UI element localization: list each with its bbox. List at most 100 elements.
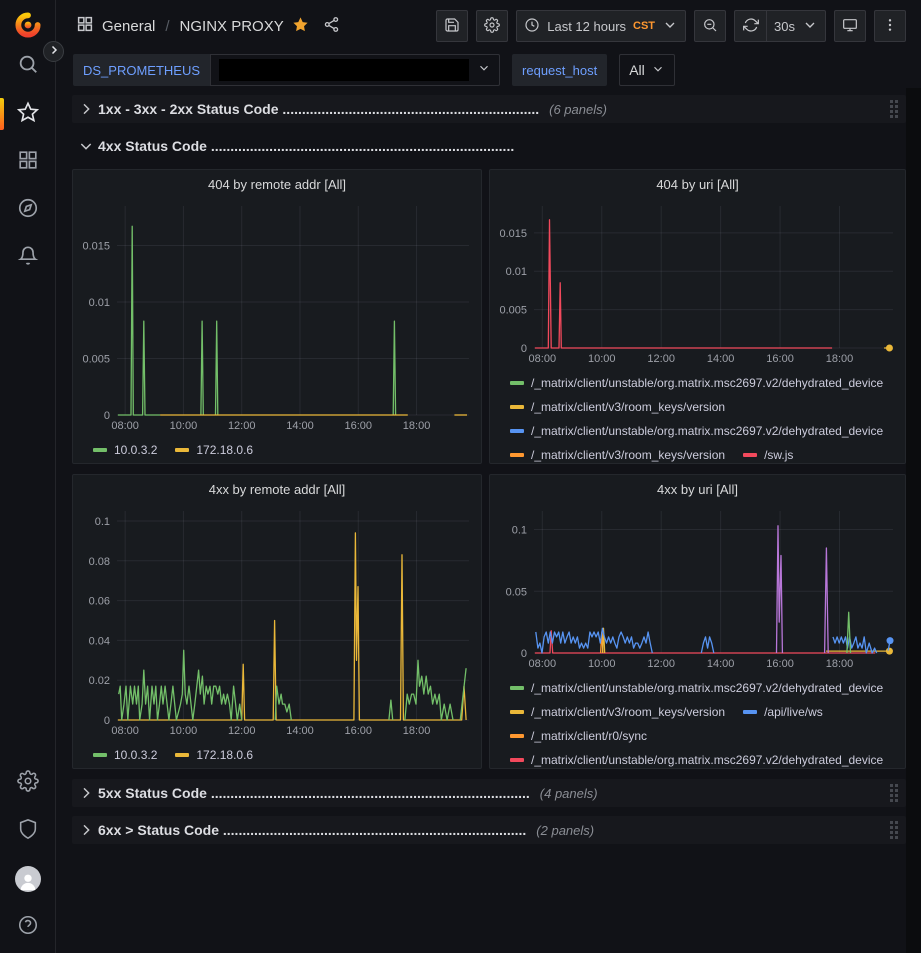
legend-row: /_matrix/client/r0/sync bbox=[510, 724, 897, 748]
dashboard-settings-button[interactable] bbox=[476, 10, 508, 42]
breadcrumb-section[interactable]: General bbox=[102, 18, 155, 35]
star-icon bbox=[17, 101, 39, 128]
scrollbar-gutter[interactable] bbox=[906, 88, 921, 953]
svg-text:16:00: 16:00 bbox=[345, 725, 373, 737]
svg-text:18:00: 18:00 bbox=[403, 420, 431, 432]
svg-text:0.1: 0.1 bbox=[95, 516, 110, 528]
row-title: 5xx Status Code ........................… bbox=[98, 785, 530, 801]
user-avatar bbox=[15, 866, 41, 892]
svg-text:0.05: 0.05 bbox=[506, 586, 527, 598]
row-title: 4xx Status Code ........................… bbox=[98, 138, 514, 154]
sidebar-item-configuration[interactable] bbox=[0, 759, 56, 807]
chevron-right-icon bbox=[48, 44, 60, 59]
legend-row: /_matrix/client/v3/room_keys/version/api… bbox=[510, 700, 897, 724]
legend-item[interactable]: 172.18.0.6 bbox=[175, 444, 253, 456]
legend-item[interactable]: /_matrix/client/unstable/org.matrix.msc2… bbox=[510, 425, 883, 437]
row-title: 1xx - 3xx - 2xx Status Code ............… bbox=[98, 101, 539, 117]
sidebar-item-dashboards[interactable] bbox=[0, 138, 56, 186]
refresh-button[interactable] bbox=[734, 10, 766, 42]
sidebar-item-server-admin[interactable] bbox=[0, 807, 56, 855]
chevron-down-icon bbox=[477, 61, 491, 80]
svg-text:10:00: 10:00 bbox=[588, 658, 616, 670]
svg-text:0.01: 0.01 bbox=[506, 266, 527, 278]
legend-item[interactable]: /api/live/ws bbox=[743, 706, 823, 718]
share-icon[interactable] bbox=[317, 16, 340, 37]
legend-item[interactable]: /_matrix/client/unstable/org.matrix.msc2… bbox=[510, 682, 883, 694]
chart-4xx-by-remote-addr[interactable]: 08:0010:0012:0014:0016:0018:0000.020.040… bbox=[73, 503, 481, 740]
legend-item[interactable]: /sw.js bbox=[743, 449, 793, 461]
sidebar-expand-button[interactable] bbox=[43, 41, 64, 62]
svg-text:0.01: 0.01 bbox=[89, 297, 110, 309]
legend-item[interactable]: 10.0.3.2 bbox=[93, 749, 157, 761]
panel-title[interactable]: 4xx by remote addr [All] bbox=[73, 475, 481, 503]
row-header-6xx[interactable]: 6xx > Status Code ......................… bbox=[72, 816, 906, 844]
legend-label: 172.18.0.6 bbox=[196, 749, 253, 761]
legend-swatch bbox=[510, 710, 524, 714]
legend-label: 10.0.3.2 bbox=[114, 444, 157, 456]
redacted-datasource-value bbox=[219, 59, 469, 81]
chart-404-by-uri[interactable]: 08:0010:0012:0014:0016:0018:0000.0050.01… bbox=[490, 198, 905, 368]
svg-text:16:00: 16:00 bbox=[766, 658, 794, 670]
svg-text:0.015: 0.015 bbox=[82, 241, 110, 253]
row-header-4xx[interactable]: 4xx Status Code ........................… bbox=[72, 132, 906, 160]
row-drag-handle[interactable] bbox=[886, 96, 902, 122]
legend-item[interactable]: /_matrix/client/unstable/org.matrix.msc2… bbox=[510, 377, 883, 389]
sidebar-item-alerting[interactable] bbox=[0, 234, 56, 282]
legend-item[interactable]: /_matrix/client/r0/sync bbox=[510, 730, 647, 742]
panel-title[interactable]: 404 by remote addr [All] bbox=[73, 170, 481, 198]
legend-item[interactable]: 172.18.0.6 bbox=[175, 749, 253, 761]
legend-item[interactable]: /_matrix/client/v3/room_keys/version bbox=[510, 401, 725, 413]
legend-label: /_matrix/client/unstable/org.matrix.msc2… bbox=[531, 377, 883, 389]
compass-icon bbox=[17, 197, 39, 224]
panel-legend: 10.0.3.2 172.18.0.6 bbox=[73, 435, 481, 462]
cycle-view-mode-button[interactable] bbox=[834, 10, 866, 42]
more-options-button[interactable] bbox=[874, 10, 906, 42]
svg-text:0.06: 0.06 bbox=[89, 596, 110, 608]
panel-title[interactable]: 404 by uri [All] bbox=[490, 170, 905, 198]
refresh-interval-picker[interactable]: 30s bbox=[766, 10, 826, 42]
svg-text:0.005: 0.005 bbox=[499, 305, 527, 317]
dashboard-title[interactable]: NGINX PROXY bbox=[180, 18, 284, 35]
svg-text:18:00: 18:00 bbox=[826, 658, 854, 670]
svg-text:10:00: 10:00 bbox=[588, 353, 616, 365]
active-indicator bbox=[0, 98, 4, 130]
time-range-picker[interactable]: Last 12 hours CST bbox=[516, 10, 686, 42]
row-drag-handle[interactable] bbox=[886, 780, 902, 806]
chart-404-by-remote-addr[interactable]: 08:0010:0012:0014:0016:0018:0000.0050.01… bbox=[73, 198, 481, 435]
save-icon bbox=[444, 17, 460, 36]
panel-title[interactable]: 4xx by uri [All] bbox=[490, 475, 905, 503]
zoom-out-time-button[interactable] bbox=[694, 10, 726, 42]
panel-grid: 404 by remote addr [All] 08:0010:0012:00… bbox=[72, 169, 906, 769]
row-header-5xx[interactable]: 5xx Status Code ........................… bbox=[72, 779, 906, 807]
grafana-logo[interactable] bbox=[11, 8, 45, 42]
legend-swatch bbox=[175, 753, 189, 757]
breadcrumb: General / NGINX PROXY bbox=[76, 15, 340, 37]
svg-text:16:00: 16:00 bbox=[766, 353, 794, 365]
sidebar-item-explore[interactable] bbox=[0, 186, 56, 234]
shield-icon bbox=[17, 818, 39, 845]
row-header-1xx-3xx-2xx[interactable]: 1xx - 3xx - 2xx Status Code ............… bbox=[72, 95, 906, 123]
legend-label: /api/live/ws bbox=[764, 706, 823, 718]
favorite-star-icon[interactable] bbox=[292, 16, 309, 37]
legend-row: /_matrix/client/unstable/org.matrix.msc2… bbox=[510, 371, 897, 395]
legend-label: 10.0.3.2 bbox=[114, 749, 157, 761]
sidebar-item-starred[interactable] bbox=[0, 90, 56, 138]
legend-item[interactable]: 10.0.3.2 bbox=[93, 444, 157, 456]
chart-4xx-by-uri[interactable]: 08:0010:0012:0014:0016:0018:0000.050.1 bbox=[490, 503, 905, 673]
datasource-variable-select[interactable] bbox=[210, 54, 500, 86]
legend-row: /_matrix/client/unstable/org.matrix.msc2… bbox=[510, 419, 897, 443]
svg-text:10:00: 10:00 bbox=[170, 725, 198, 737]
legend-item[interactable]: /_matrix/client/unstable/org.matrix.msc2… bbox=[510, 754, 883, 766]
panel-legend: /_matrix/client/unstable/org.matrix.msc2… bbox=[490, 673, 905, 769]
dashboards-grid-icon bbox=[17, 149, 39, 176]
refresh-icon bbox=[743, 17, 759, 36]
svg-text:0: 0 bbox=[521, 648, 527, 660]
row-drag-handle[interactable] bbox=[886, 817, 902, 843]
save-dashboard-button[interactable] bbox=[436, 10, 468, 42]
legend-item[interactable]: /_matrix/client/v3/room_keys/version bbox=[510, 449, 725, 461]
sidebar-item-profile[interactable] bbox=[0, 855, 56, 903]
legend-item[interactable]: /_matrix/client/v3/room_keys/version bbox=[510, 706, 725, 718]
legend-label: 172.18.0.6 bbox=[196, 444, 253, 456]
request-host-variable-select[interactable]: All bbox=[619, 54, 675, 86]
sidebar-item-help[interactable] bbox=[0, 903, 56, 951]
